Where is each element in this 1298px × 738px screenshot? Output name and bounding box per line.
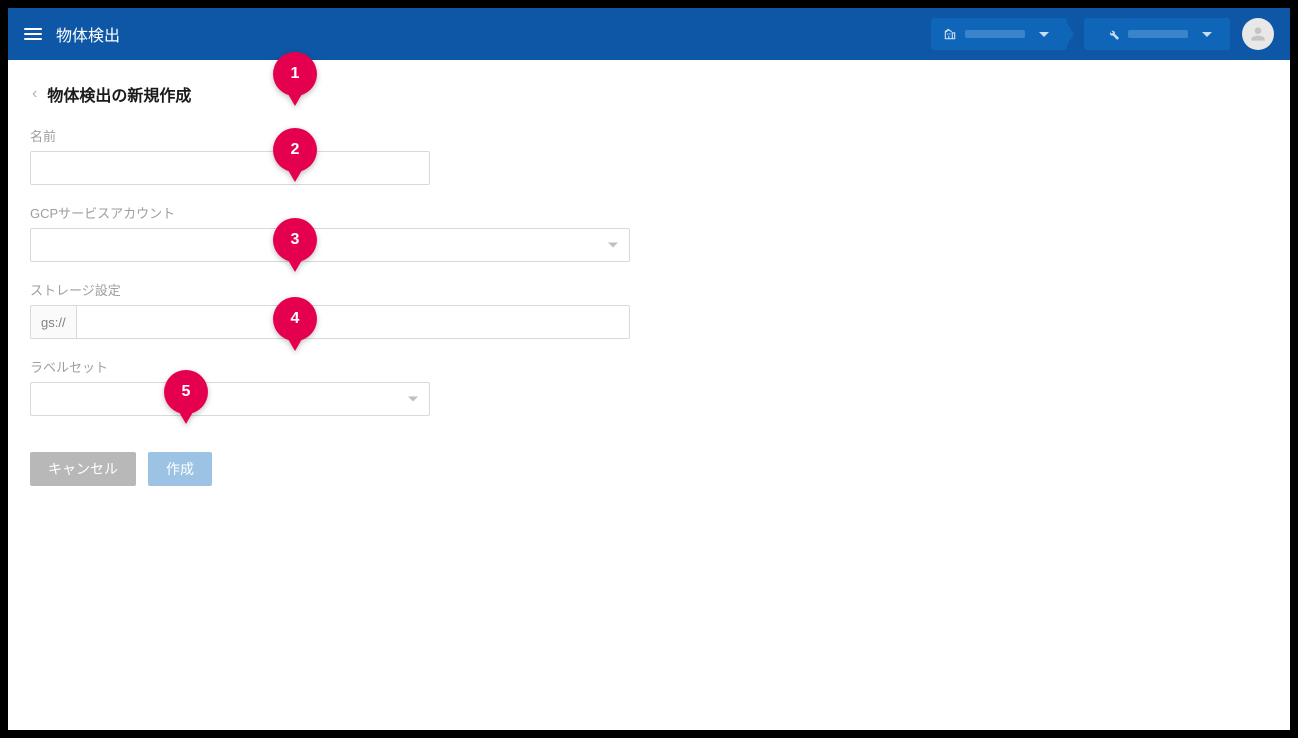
app-title: 物体検出 [56, 22, 120, 46]
chevron-down-icon [1039, 32, 1049, 37]
project-selector[interactable] [1084, 18, 1230, 50]
user-icon [1248, 24, 1268, 44]
breadcrumb-arrow-icon [1064, 18, 1074, 50]
field-gcp-service-account: GCPサービスアカウント [30, 203, 1268, 262]
name-label: 名前 [30, 126, 1268, 145]
building-icon [943, 27, 957, 41]
wrench-icon [1106, 27, 1120, 41]
gcp-service-account-label: GCPサービスアカウント [30, 203, 1268, 222]
app-header: 物体検出 [8, 8, 1290, 60]
field-name: 名前 [30, 126, 1268, 185]
chevron-down-icon [608, 243, 618, 248]
label-set-label: ラベルセット [30, 357, 1268, 376]
page-title: 物体検出の新規作成 [47, 82, 191, 106]
storage-prefix: gs:// [31, 306, 77, 338]
page-content: ‹ 物体検出の新規作成 名前 GCPサービスアカウント ストレージ設定 gs:/… [8, 60, 1290, 730]
project-name-placeholder [1128, 30, 1188, 38]
org-name-placeholder [965, 30, 1025, 38]
storage-input-group: gs:// [30, 305, 630, 339]
storage-label: ストレージ設定 [30, 280, 1268, 299]
name-input[interactable] [30, 151, 430, 185]
back-chevron-icon[interactable]: ‹ [30, 85, 39, 103]
chevron-down-icon [408, 397, 418, 402]
button-row: キャンセル 作成 [30, 452, 1268, 486]
cancel-button[interactable]: キャンセル [30, 452, 136, 486]
menu-icon[interactable] [24, 22, 42, 46]
storage-input[interactable] [77, 306, 629, 338]
field-label-set: ラベルセット [30, 357, 1268, 416]
avatar[interactable] [1242, 18, 1274, 50]
submit-button[interactable]: 作成 [148, 452, 212, 486]
window-frame: 物体検出 [0, 0, 1298, 738]
org-selector[interactable] [931, 18, 1067, 50]
breadcrumb [931, 18, 1230, 50]
gcp-service-account-select[interactable] [30, 228, 630, 262]
app-container: 物体検出 [8, 8, 1290, 730]
label-set-select[interactable] [30, 382, 430, 416]
chevron-down-icon [1202, 32, 1212, 37]
page-header: ‹ 物体検出の新規作成 [30, 82, 1268, 106]
field-storage: ストレージ設定 gs:// [30, 280, 1268, 339]
